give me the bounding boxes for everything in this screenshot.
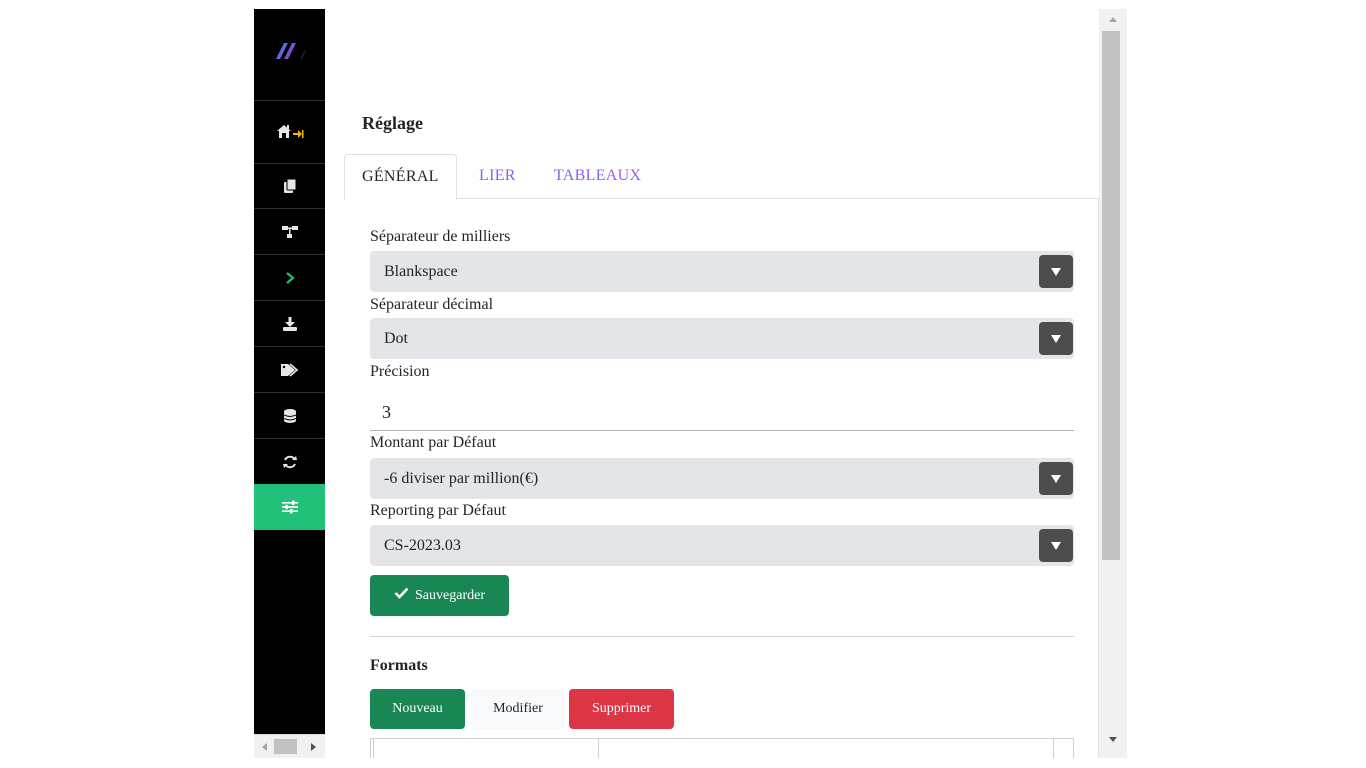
sidebar-item-structure[interactable]	[254, 208, 325, 254]
chevron-right-icon	[285, 271, 295, 284]
scroll-left-icon[interactable]	[262, 743, 267, 751]
decimal-separator-value: Dot	[384, 330, 408, 347]
formats-title: Formats	[370, 657, 428, 674]
scroll-up-icon[interactable]	[1109, 17, 1117, 22]
database-icon	[283, 408, 296, 423]
tab-tableaux[interactable]: TABLEAUX	[537, 154, 658, 199]
divider	[370, 636, 1074, 637]
logo	[270, 39, 310, 63]
thousands-separator-value: Blankspace	[384, 263, 458, 280]
edit-format-button[interactable]: Modifier	[471, 689, 565, 729]
sidebar	[254, 9, 325, 734]
scrollbar-thumb[interactable]	[1102, 31, 1120, 560]
caret-down-icon[interactable]	[1039, 529, 1073, 562]
sidebar-item-settings[interactable]	[254, 484, 325, 530]
precision-label: Précision	[370, 363, 430, 380]
horizontal-scrollbar[interactable]	[254, 734, 325, 758]
tab-bar: GÉNÉRAL LIER TABLEAUX	[344, 154, 1099, 200]
table-column-divider	[598, 739, 599, 758]
thousands-separator-select[interactable]: Blankspace	[370, 251, 1074, 292]
table-column-divider	[371, 739, 374, 758]
tab-lier[interactable]: LIER	[462, 154, 533, 199]
default-amount-value: -6 diviser par million(€)	[384, 470, 539, 487]
thousands-separator-label: Séparateur de milliers	[370, 228, 511, 245]
default-reporting-select[interactable]: CS-2023.03	[370, 525, 1074, 566]
scroll-down-icon[interactable]	[1109, 737, 1117, 742]
sidebar-item-database[interactable]	[254, 392, 325, 438]
save-button[interactable]: Sauvegarder	[370, 575, 509, 616]
scroll-right-icon[interactable]	[311, 743, 316, 751]
copy-icon	[283, 178, 297, 194]
sliders-icon	[281, 500, 298, 514]
sidebar-item-import[interactable]	[254, 300, 325, 346]
sync-icon	[282, 455, 297, 469]
sidebar-item-tags[interactable]	[254, 346, 325, 392]
decimal-separator-label: Séparateur décimal	[370, 296, 494, 313]
tab-general[interactable]: GÉNÉRAL	[344, 154, 457, 200]
formats-table	[370, 738, 1074, 758]
app-window: Réglage GÉNÉRAL LIER TABLEAUX Séparateur…	[254, 9, 1127, 758]
sidebar-item-home[interactable]	[254, 100, 325, 163]
home-pin-icon	[276, 123, 304, 141]
page-title: Réglage	[362, 113, 423, 133]
sidebar-item-documents[interactable]	[254, 163, 325, 208]
sidebar-item-sync[interactable]	[254, 438, 325, 484]
check-icon	[394, 587, 409, 604]
default-reporting-value: CS-2023.03	[384, 537, 461, 554]
default-reporting-label: Reporting par Défaut	[370, 502, 506, 519]
caret-down-icon[interactable]	[1039, 322, 1073, 355]
main-content: Réglage GÉNÉRAL LIER TABLEAUX Séparateur…	[325, 9, 1099, 758]
default-amount-select[interactable]: -6 diviser par million(€)	[370, 458, 1074, 499]
new-format-button[interactable]: Nouveau	[370, 689, 465, 729]
default-amount-label: Montant par Défaut	[370, 434, 497, 451]
sidebar-item-expand[interactable]	[254, 254, 325, 300]
caret-down-icon[interactable]	[1039, 462, 1073, 495]
vertical-scrollbar[interactable]	[1099, 9, 1127, 758]
precision-input[interactable]: 3	[370, 393, 1074, 431]
decimal-separator-select[interactable]: Dot	[370, 318, 1074, 359]
tags-icon	[280, 362, 299, 377]
download-icon	[282, 316, 297, 331]
scrollbar-thumb[interactable]	[274, 739, 297, 754]
precision-value: 3	[382, 402, 391, 422]
table-column-divider	[1053, 739, 1054, 758]
caret-down-icon[interactable]	[1039, 255, 1073, 288]
delete-format-button[interactable]: Supprimer	[569, 689, 674, 729]
save-button-label: Sauvegarder	[415, 587, 485, 603]
sitemap-icon	[281, 225, 298, 239]
